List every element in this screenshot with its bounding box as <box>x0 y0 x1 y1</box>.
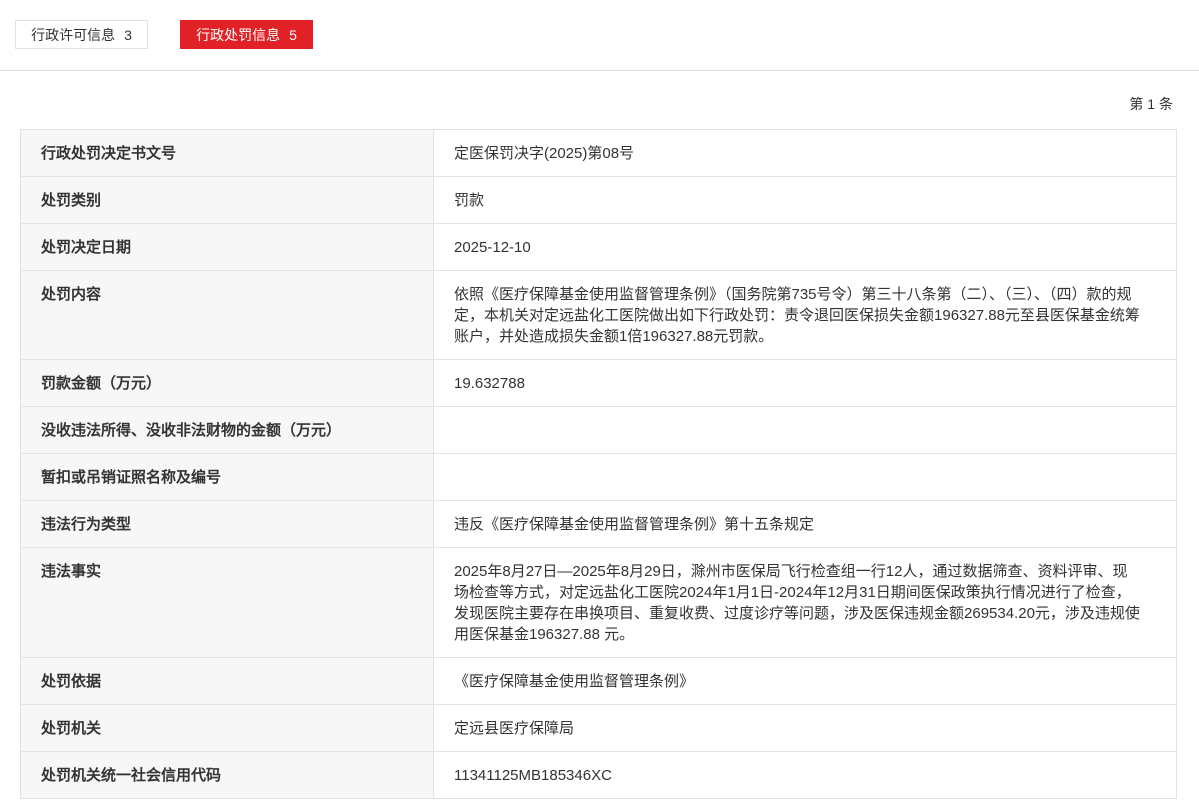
field-value: 《医疗保障基金使用监督管理条例》 <box>433 657 1177 705</box>
field-label: 处罚类别 <box>20 176 434 224</box>
table-row: 没收违法所得、没收非法财物的金额（万元） <box>20 406 1177 454</box>
field-label: 处罚机关 <box>20 704 434 752</box>
field-label: 违法行为类型 <box>20 500 434 548</box>
table-row: 处罚依据 《医疗保障基金使用监督管理条例》 <box>20 657 1177 705</box>
tab-label: 行政处罚信息 <box>196 26 281 43</box>
table-row: 行政处罚决定书文号 定医保罚决字(2025)第08号 <box>20 129 1177 177</box>
record-indicator: 第 1 条 <box>1129 96 1173 112</box>
field-value: 罚款 <box>433 176 1177 224</box>
field-value: 2025-12-10 <box>433 223 1177 271</box>
field-value: 定医保罚决字(2025)第08号 <box>433 129 1177 177</box>
field-label: 处罚机关统一社会信用代码 <box>20 751 434 799</box>
field-label: 罚款金额（万元） <box>20 359 434 407</box>
table-row: 处罚类别 罚款 <box>20 176 1177 224</box>
table-row: 违法事实 2025年8月27日—2025年8月29日，滁州市医保局飞行检查组一行1… <box>20 547 1177 658</box>
tab-administrative-license[interactable]: 行政许可信息 3 <box>15 20 148 49</box>
table-row: 违法行为类型 违反《医疗保障基金使用监督管理条例》第十五条规定 <box>20 500 1177 548</box>
field-value: 依照《医疗保障基金使用监督管理条例》（国务院第735号令）第三十八条第（二）、（… <box>433 270 1177 360</box>
table-row: 处罚机关统一社会信用代码 11341125MB185346XC <box>20 751 1177 799</box>
tab-count: 5 <box>289 26 297 43</box>
tab-administrative-penalty[interactable]: 行政处罚信息 5 <box>180 20 313 49</box>
tab-label: 行政许可信息 <box>31 26 116 43</box>
field-value: 19.632788 <box>433 359 1177 407</box>
divider <box>0 70 1199 71</box>
field-value: 定远县医疗保障局 <box>433 704 1177 752</box>
penalty-detail-table: 行政处罚决定书文号 定医保罚决字(2025)第08号 处罚类别 罚款 处罚决定日期 202… <box>20 129 1177 799</box>
field-label: 行政处罚决定书文号 <box>20 129 434 177</box>
tab-count: 3 <box>124 26 132 43</box>
table-row: 处罚机关 定远县医疗保障局 <box>20 704 1177 752</box>
field-label: 没收违法所得、没收非法财物的金额（万元） <box>20 406 434 454</box>
field-value: 11341125MB185346XC <box>433 751 1177 799</box>
field-value <box>433 453 1177 501</box>
field-value: 违反《医疗保障基金使用监督管理条例》第十五条规定 <box>433 500 1177 548</box>
field-label: 违法事实 <box>20 547 434 658</box>
table-row: 暂扣或吊销证照名称及编号 <box>20 453 1177 501</box>
field-label: 暂扣或吊销证照名称及编号 <box>20 453 434 501</box>
tab-bar: 行政许可信息 3 行政处罚信息 5 <box>15 20 313 49</box>
field-value: 2025年8月27日—2025年8月29日，滁州市医保局飞行检查组一行12人，通… <box>433 547 1177 658</box>
table-row: 罚款金额（万元） 19.632788 <box>20 359 1177 407</box>
field-label: 处罚依据 <box>20 657 434 705</box>
table-row: 处罚决定日期 2025-12-10 <box>20 223 1177 271</box>
field-value <box>433 406 1177 454</box>
field-label: 处罚内容 <box>20 270 434 360</box>
field-label: 处罚决定日期 <box>20 223 434 271</box>
table-row: 处罚内容 依照《医疗保障基金使用监督管理条例》（国务院第735号令）第三十八条第（… <box>20 270 1177 360</box>
